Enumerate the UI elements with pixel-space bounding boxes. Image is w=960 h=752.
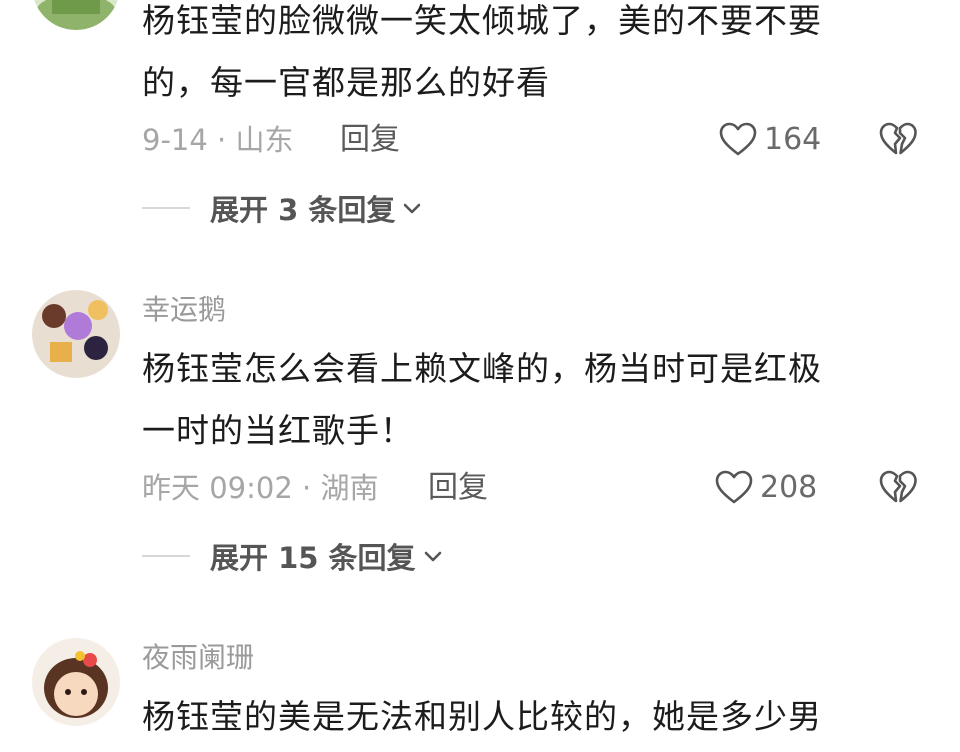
avatar[interactable] [32, 638, 120, 726]
username[interactable]: 夜雨阑珊 [142, 640, 254, 676]
avatar[interactable] [32, 0, 120, 30]
comment-text: 杨钰莹怎么会看上赖文峰的，杨当时可是红极 一时的当红歌手！ [142, 349, 822, 450]
comment-text: 杨钰莹的美是无法和别人比较的，她是多少男 [142, 697, 822, 736]
like-button[interactable]: 164 [718, 120, 821, 160]
expand-replies[interactable]: 展开 15 条回复 [142, 536, 446, 576]
comment-text: 杨钰莹的脸微微一笑太倾城了，美的不要不要 的，每一官都是那么的好看 [142, 1, 822, 102]
comment-location: 山东 [235, 123, 294, 157]
like-count: 208 [760, 470, 818, 505]
avatar[interactable] [32, 290, 120, 378]
divider-line [142, 207, 190, 209]
broken-heart-icon [879, 122, 917, 155]
comment-meta: 9-14 · 山东 [142, 123, 294, 157]
comment-meta: 昨天 09:02 · 湖南 [142, 471, 379, 505]
comment-date: 昨天 09:02 [142, 471, 293, 505]
username[interactable]: 幸运鹅 [142, 292, 226, 328]
chevron-down-icon [424, 551, 441, 562]
heart-outline-icon [715, 470, 753, 504]
like-button[interactable]: 208 [714, 468, 817, 508]
broken-heart-icon [879, 470, 917, 503]
divider-line [142, 555, 190, 557]
expand-replies-label: 展开 3 条回复 [210, 193, 396, 227]
comment-date: 9-14 [142, 123, 208, 157]
reply-button[interactable]: 回复 [428, 468, 488, 508]
heart-outline-icon [719, 122, 757, 156]
expand-replies[interactable]: 展开 3 条回复 [142, 188, 425, 228]
dislike-button[interactable] [878, 120, 918, 160]
dislike-button[interactable] [878, 468, 918, 508]
comment-location: 湖南 [320, 471, 379, 505]
like-count: 164 [764, 122, 822, 157]
expand-replies-label: 展开 15 条回复 [210, 541, 416, 575]
chevron-down-icon [404, 203, 421, 214]
reply-button[interactable]: 回复 [340, 120, 400, 160]
